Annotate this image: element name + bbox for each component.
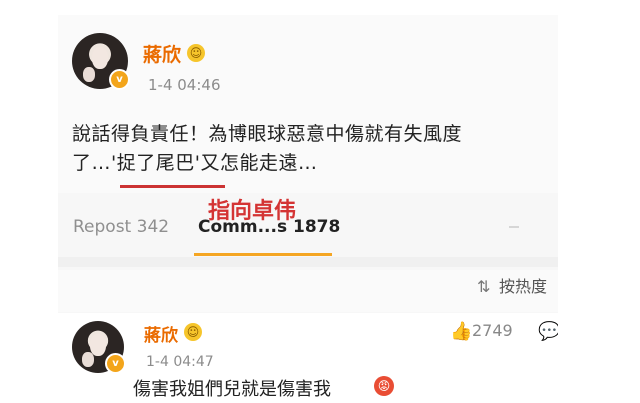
avatar-hand	[83, 67, 95, 82]
author-avatar[interactable]: v	[72, 33, 130, 90]
comment-author-name[interactable]: 蔣欣	[144, 321, 178, 346]
angry-emoji-icon: 😡	[374, 376, 394, 396]
avatar-hand	[82, 352, 94, 367]
sort-label[interactable]: 按热度	[499, 273, 547, 297]
red-underline-mark	[120, 185, 225, 188]
verified-icon: v	[109, 69, 130, 90]
comment-text: 傷害我姐們兒就是傷害我	[133, 379, 331, 400]
small-divider	[509, 226, 519, 228]
sort-icon[interactable]: ⇅	[477, 277, 490, 296]
post-author-name[interactable]: 蔣欣	[143, 40, 181, 67]
tab-comments[interactable]: Comm...s 1878	[198, 217, 340, 237]
weibo-screenshot: v 蔣欣 ☺ 1-4 04:46 說話得負責任！為博眼球惡意中傷就有失風度 了……	[58, 15, 558, 403]
smile-emoji-icon: ☺	[187, 44, 205, 62]
comment-like-count[interactable]: 2749	[472, 321, 513, 340]
comment-author-avatar[interactable]: v	[72, 321, 126, 374]
avatar-face	[90, 334, 106, 356]
avatar-face	[92, 47, 108, 69]
thumbs-up-icon[interactable]: 👍	[450, 321, 472, 342]
post-time: 1-4 04:46	[148, 76, 221, 94]
active-tab-indicator	[194, 253, 332, 256]
tab-repost[interactable]: Repost 342	[73, 217, 169, 237]
post-text-line-1: 說話得負責任！為博眼球惡意中傷就有失風度	[72, 123, 463, 145]
comment-icon[interactable]: 💬	[538, 321, 558, 342]
section-divider	[58, 257, 558, 267]
smile-emoji-icon: ☺	[184, 323, 202, 341]
post-text-line-2: 了…'捉了尾巴'又怎能走遠…	[72, 152, 318, 174]
verified-icon: v	[105, 353, 126, 374]
comment-time: 1-4 04:47	[146, 354, 214, 370]
